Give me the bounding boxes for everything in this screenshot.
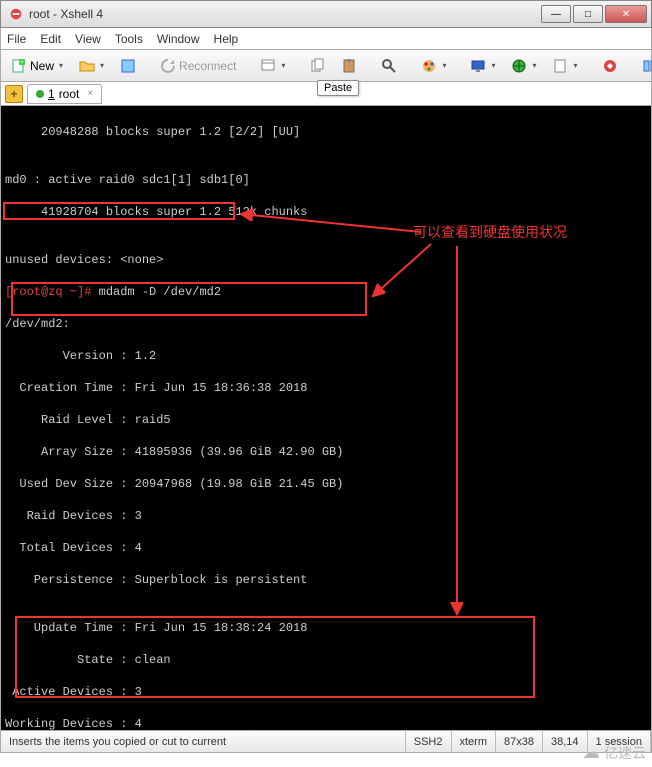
color-button[interactable] [415, 55, 452, 77]
tile-h-button[interactable] [636, 55, 652, 77]
reconnect-button[interactable]: Reconnect [154, 55, 242, 77]
terminal-line: Persistence : Superblock is persistent [5, 572, 647, 588]
menu-tools[interactable]: Tools [115, 32, 143, 46]
tile-h-icon [642, 58, 652, 74]
terminal-line: /dev/md2: [5, 316, 647, 332]
status-size: 87x38 [496, 731, 543, 752]
terminal-line: Raid Level : raid5 [5, 412, 647, 428]
terminal-line: 41928704 blocks super 1.2 512k chunks [5, 204, 647, 220]
terminal[interactable]: 20948288 blocks super 1.2 [2/2] [UU] md0… [0, 106, 652, 731]
menu-file[interactable]: File [7, 32, 26, 46]
save-icon [120, 58, 136, 74]
toolbar: + New Reconnect » [0, 50, 652, 82]
menu-view[interactable]: View [75, 32, 101, 46]
new-button[interactable]: + New [5, 55, 69, 77]
search-icon [381, 58, 397, 74]
save-button[interactable] [114, 55, 142, 77]
terminal-line: Update Time : Fri Jun 15 18:38:24 2018 [5, 620, 647, 636]
properties-icon [260, 58, 276, 74]
terminal-line: Total Devices : 4 [5, 540, 647, 556]
properties-button[interactable] [254, 55, 291, 77]
cloud-icon: ☁ [582, 742, 600, 763]
status-protocol: SSH2 [406, 731, 452, 752]
terminal-line: Raid Devices : 3 [5, 508, 647, 524]
close-tab-button[interactable]: × [87, 88, 93, 99]
copy-icon [309, 58, 325, 74]
terminal-line: Version : 1.2 [5, 348, 647, 364]
connected-indicator-icon [36, 90, 44, 98]
paste-tooltip: Paste [317, 80, 359, 96]
screen-button[interactable] [464, 55, 501, 77]
script-button[interactable] [546, 55, 583, 77]
script-icon [552, 58, 568, 74]
folder-icon [79, 58, 95, 74]
terminal-line: Array Size : 41895936 (39.96 GiB 42.90 G… [5, 444, 647, 460]
shell-prompt: [root@zq ~]# [5, 285, 91, 299]
new-icon: + [11, 58, 27, 74]
tab-label: root [59, 87, 80, 101]
terminal-line: unused devices: <none> [5, 252, 647, 268]
maximize-button[interactable]: □ [573, 5, 603, 23]
command-text: mdadm -D /dev/md2 [91, 285, 221, 299]
menu-edit[interactable]: Edit [40, 32, 61, 46]
app-icon [9, 7, 23, 21]
status-bar: Inserts the items you copied or cut to c… [0, 731, 652, 753]
minimize-button[interactable]: — [541, 5, 571, 23]
globe-button[interactable] [505, 55, 542, 77]
paste-button[interactable] [335, 55, 363, 77]
tab-number: 1 [48, 87, 55, 101]
status-cursor-pos: 38,14 [543, 731, 588, 752]
terminal-line: Working Devices : 4 [5, 716, 647, 731]
open-button[interactable] [73, 55, 110, 77]
reconnect-icon [160, 58, 176, 74]
palette-icon [421, 58, 437, 74]
copy-button[interactable] [303, 55, 331, 77]
terminal-line: md0 : active raid0 sdc1[1] sdb1[0] [5, 172, 647, 188]
globe-icon [511, 58, 527, 74]
close-button[interactable]: ✕ [605, 5, 647, 23]
xftp-icon [602, 58, 618, 74]
xftp-button[interactable] [596, 55, 624, 77]
annotation-text: 可以查看到硬盘使用状况 [413, 224, 567, 240]
tab-root[interactable]: 1 root × [27, 84, 102, 104]
find-button[interactable] [375, 55, 403, 77]
terminal-line: Used Dev Size : 20947968 (19.98 GiB 21.4… [5, 476, 647, 492]
menu-help[interactable]: Help [214, 32, 239, 46]
terminal-line: 20948288 blocks super 1.2 [2/2] [UU] [5, 124, 647, 140]
titlebar: root - Xshell 4 — □ ✕ [0, 0, 652, 28]
monitor-icon [470, 58, 486, 74]
svg-text:+: + [20, 60, 24, 66]
terminal-line: Creation Time : Fri Jun 15 18:36:38 2018 [5, 380, 647, 396]
watermark: ☁ 亿速云 [582, 742, 646, 763]
add-tab-button[interactable]: + [5, 85, 23, 103]
status-term-type: xterm [452, 731, 497, 752]
menu-window[interactable]: Window [157, 32, 200, 46]
menubar: File Edit View Tools Window Help [0, 28, 652, 50]
terminal-line: [root@zq ~]# mdadm -D /dev/md2 [5, 284, 647, 300]
terminal-line: Active Devices : 3 [5, 684, 647, 700]
window-title: root - Xshell 4 [29, 7, 539, 21]
status-hint: Inserts the items you copied or cut to c… [1, 731, 406, 752]
paste-icon [341, 58, 357, 74]
terminal-line: State : clean [5, 652, 647, 668]
tab-bar: + 1 root × Paste [0, 82, 652, 106]
